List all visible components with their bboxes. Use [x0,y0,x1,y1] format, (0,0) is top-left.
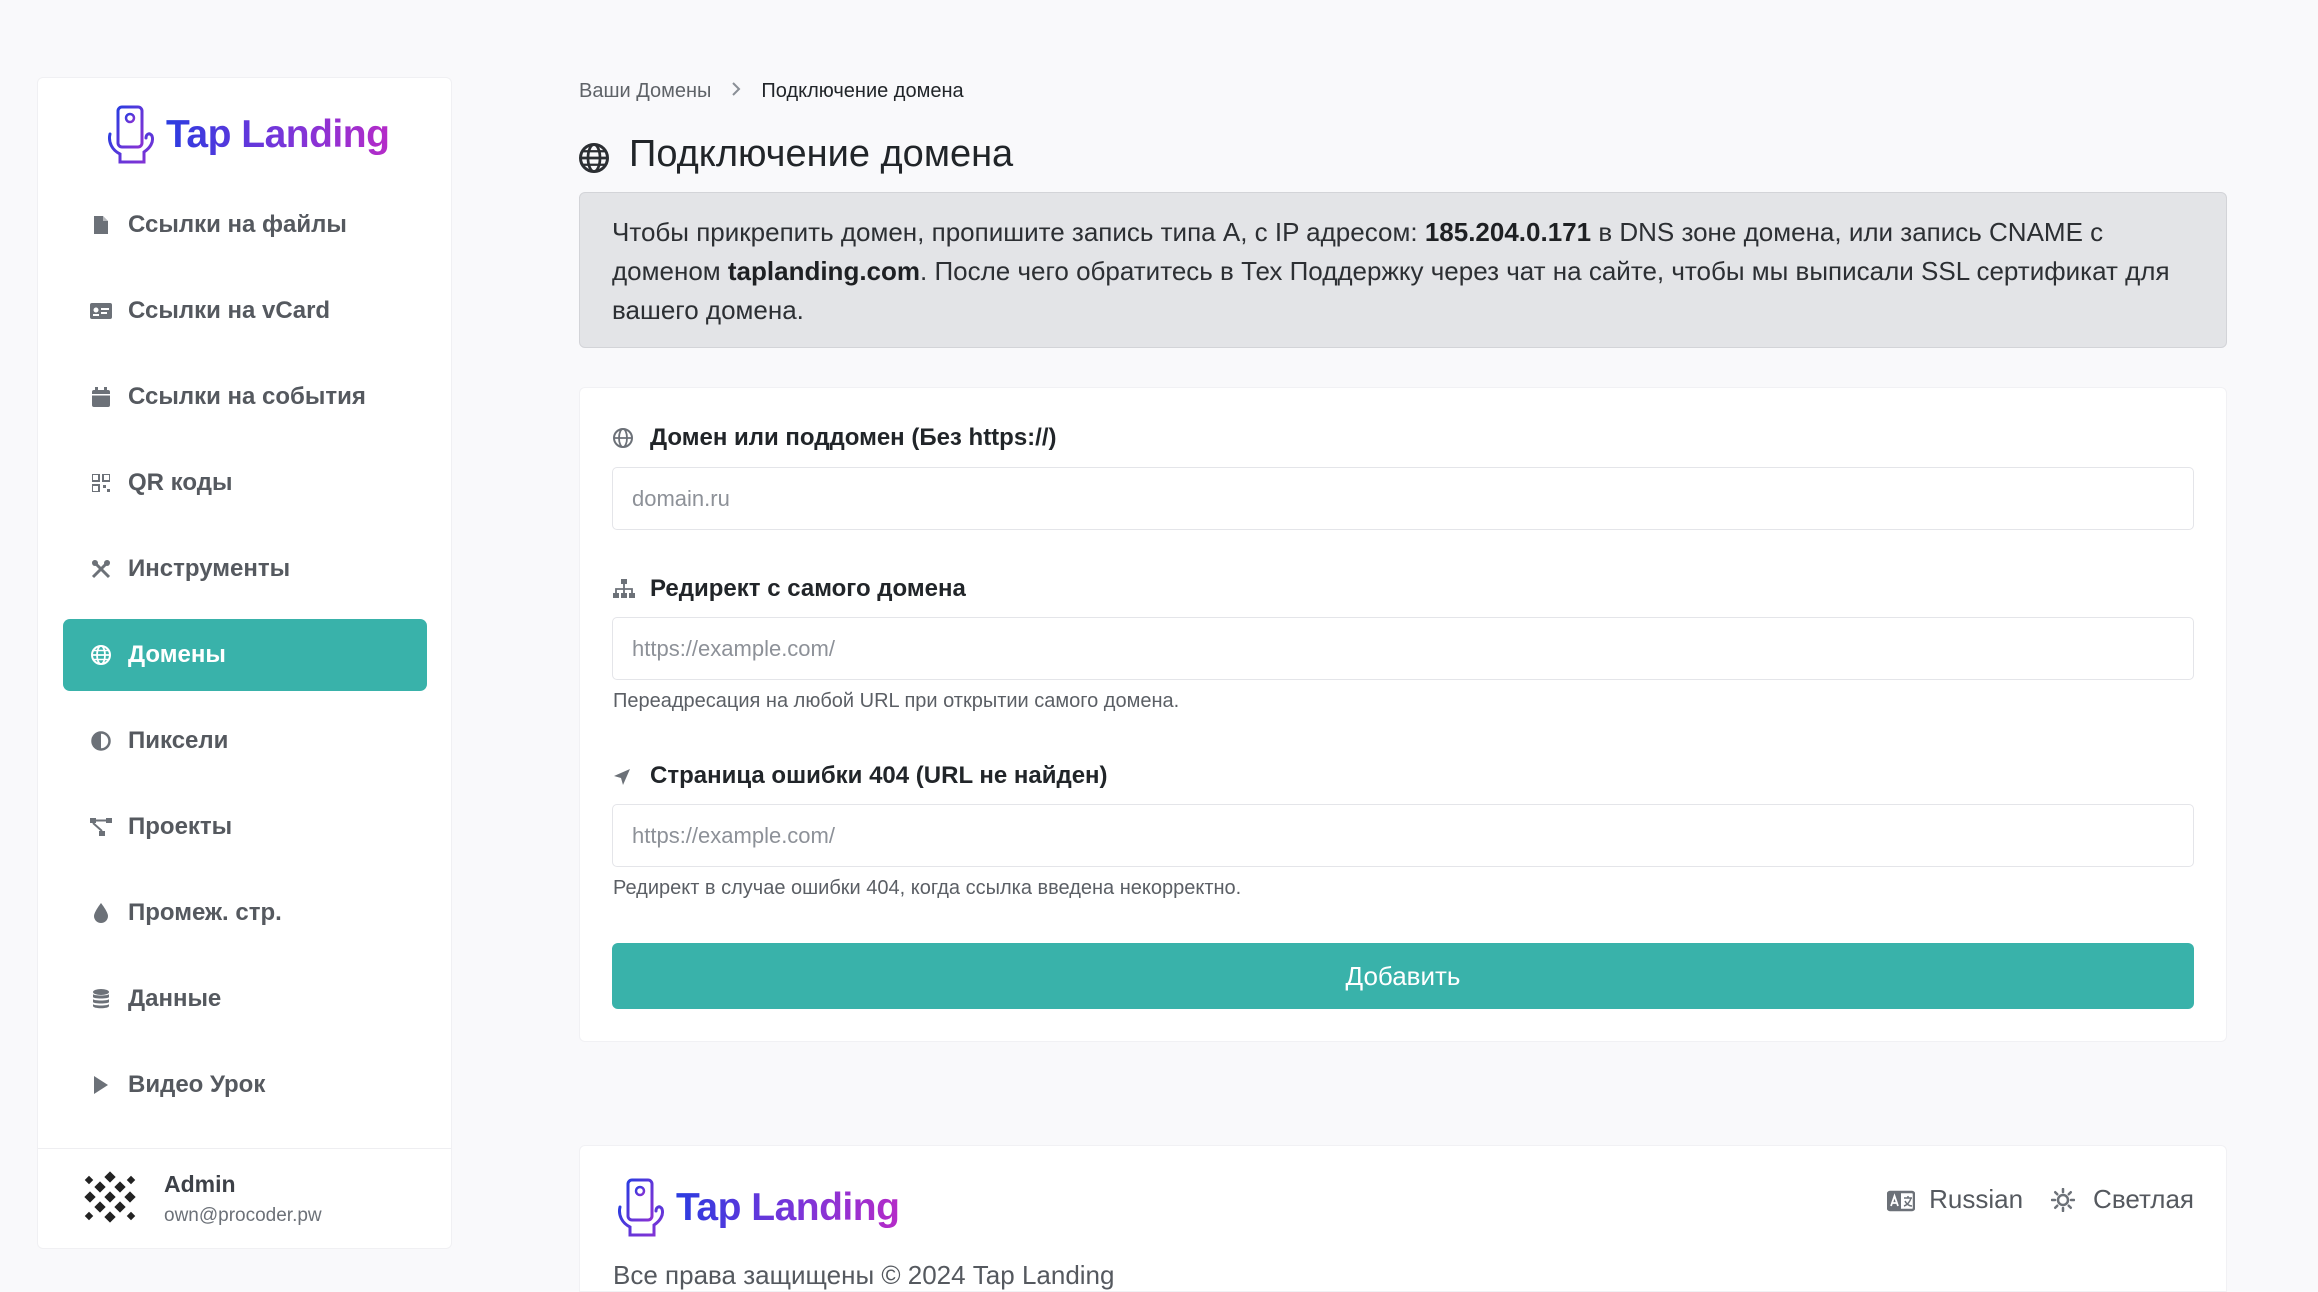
not-found-label-text: Страница ошибки 404 (URL не найден) [650,762,1108,789]
not-found-hint: Редирект в случае ошибки 404, когда ссыл… [613,877,1242,899]
redirect-label-text: Редирект с самого домена [650,575,966,602]
qrcode-icon [90,472,112,494]
user-email: own@procoder.pw [164,1204,322,1226]
add-domain-button[interactable]: Добавить [612,943,2194,1009]
sidebar-item-splash-pages[interactable]: Промеж. стр. [63,877,427,949]
user-profile[interactable]: Admin own@procoder.pw [38,1148,451,1248]
sidebar-item-label: Проекты [128,813,233,840]
sidebar-item-label: Ссылки на файлы [128,211,347,238]
theme-toggle[interactable]: Светлая [2050,1184,2194,1215]
page-title-text: Подключение домена [629,133,1014,175]
phone-hand-logo-icon [107,105,154,164]
sidebar-item-tools[interactable]: Инструменты [63,533,427,605]
sidebar-nav: Ссылки на файлы Ссылки на vCard Ссылки н… [63,189,427,1135]
redirect-field-label: Редирект с самого домена [613,575,966,603]
sidebar-item-label: Пиксели [128,727,229,754]
sitemap-icon [613,578,635,600]
notice-ip: 185.204.0.171 [1424,217,1592,247]
globe-icon [90,644,112,666]
chevron-right-icon [731,81,741,102]
sidebar-item-label: Промеж. стр. [128,899,282,926]
project-diagram-icon [90,816,112,838]
footer-brand-name: Tap Landing [676,1186,900,1229]
file-icon [90,214,112,236]
language-selector[interactable]: Russian [1886,1184,2024,1215]
sidebar-item-projects[interactable]: Проекты [63,791,427,863]
footer-copyright: Все права защищены © 2024 Tap Landing [613,1260,1115,1290]
tools-icon [90,558,112,580]
notice-text-1: Чтобы прикрепить домен, пропишите запись… [612,217,1425,247]
sidebar-item-qr[interactable]: QR коды [63,447,427,519]
add-domain-form: Домен или поддомен (Без https://) Редире… [579,387,2227,1042]
domain-input[interactable] [612,467,2194,530]
sun-icon [2050,1187,2079,1212]
notice-cname-domain: taplanding.com [727,256,921,286]
breadcrumb: Ваши Домены Подключение домена [579,80,964,103]
sidebar-item-label: Видео Урок [128,1071,266,1098]
sidebar-item-label: Инструменты [128,555,291,582]
footer: Tap Landing Все права защищены © 2024 Ta… [579,1145,2227,1292]
sidebar-item-label: Данные [128,985,222,1012]
droplet-icon [90,902,112,924]
footer-settings: Russian Светлая [1859,1184,2194,1215]
location-arrow-icon [613,765,635,787]
id-card-icon [90,300,112,322]
globe-icon [579,140,609,173]
redirect-url-input[interactable] [612,617,2194,680]
adjust-icon [90,730,112,752]
sidebar-item-label: QR коды [128,469,233,496]
sidebar-item-pixels[interactable]: Пиксели [63,705,427,777]
sidebar-item-data[interactable]: Данные [63,963,427,1035]
dns-instructions-notice: Чтобы прикрепить домен, пропишите запись… [579,192,2227,348]
brand-logo[interactable]: Tap Landing [106,104,390,166]
brand-name: Tap Landing [166,113,390,156]
sidebar-item-files[interactable]: Ссылки на файлы [63,189,427,261]
breadcrumb-current: Подключение домена [761,80,964,102]
redirect-hint: Переадресация на любой URL при открытии … [613,690,1180,712]
footer-brand-logo[interactable]: Tap Landing [616,1177,900,1239]
domain-label-text: Домен или поддомен (Без https://) [650,424,1057,451]
page-title: Подключение домена [579,133,1013,176]
language-label: Russian [1929,1184,2024,1214]
user-name: Admin [164,1170,236,1197]
sidebar-item-label: Домены [128,641,226,668]
play-icon [90,1074,112,1096]
domain-field-label: Домен или поддомен (Без https://) [613,424,1057,452]
sidebar-item-video-lesson[interactable]: Видео Урок [63,1049,427,1121]
globe-icon [613,427,635,449]
theme-label: Светлая [2093,1184,2194,1214]
sidebar: Tap Landing Ссылки на файлы Ссылки на vC… [37,77,452,1249]
language-icon [1886,1188,1916,1212]
sidebar-item-events[interactable]: Ссылки на события [63,361,427,433]
database-icon [90,988,112,1010]
sidebar-item-vcard[interactable]: Ссылки на vCard [63,275,427,347]
sidebar-item-domains[interactable]: Домены [63,619,427,691]
phone-hand-logo-icon [617,1178,664,1237]
avatar [84,1170,136,1223]
not-found-url-input[interactable] [612,804,2194,867]
sidebar-item-label: Ссылки на vCard [128,297,331,324]
breadcrumb-link-domains[interactable]: Ваши Домены [579,80,711,103]
calendar-icon [90,386,112,408]
sidebar-item-label: Ссылки на события [128,383,366,410]
not-found-field-label: Страница ошибки 404 (URL не найден) [613,762,1108,790]
